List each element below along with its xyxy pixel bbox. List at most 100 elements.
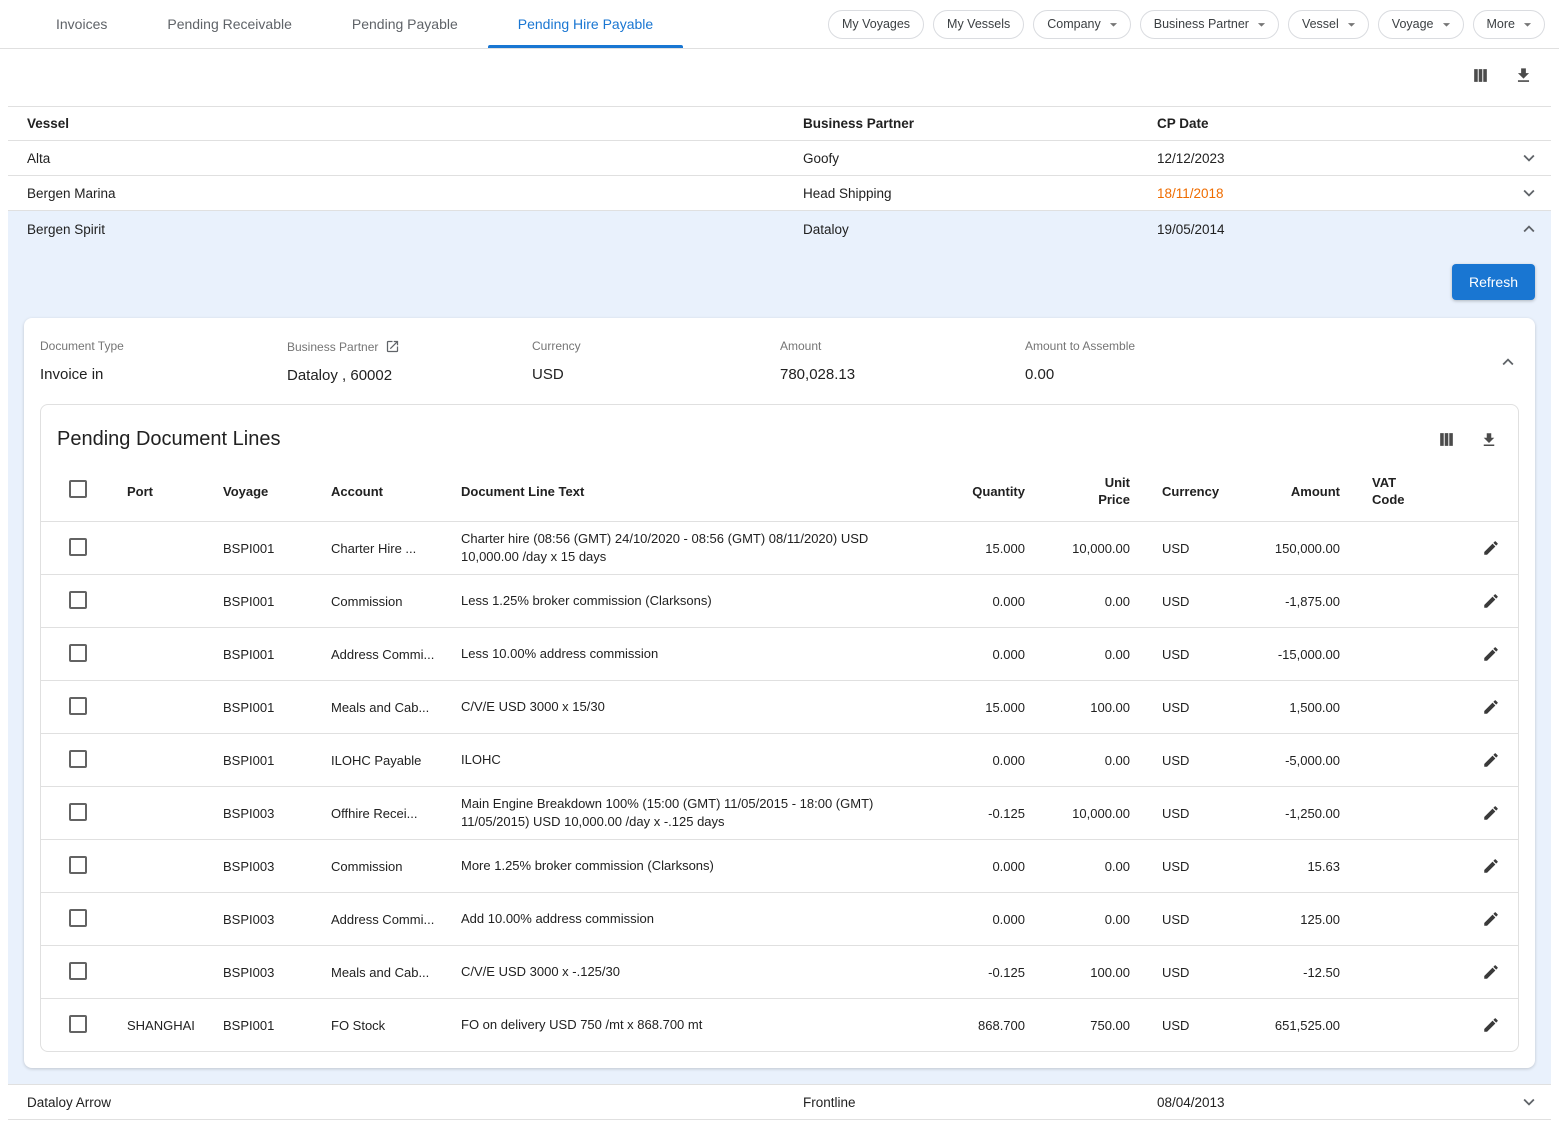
vessel-name: Bergen Spirit [27,222,803,237]
row-checkbox[interactable] [69,644,87,662]
currency-field: Currency USD [532,339,780,383]
download-button[interactable] [1478,429,1500,451]
filter-chip-label: My Voyages [842,17,910,31]
line-voyage: BSPI003 [223,859,315,874]
line-text: Add 10.00% address commission [461,902,919,936]
line-unit-price: 0.00 [1041,594,1130,609]
currency-value: USD [532,366,780,383]
cp-date: 08/04/2013 [1157,1095,1507,1110]
tab[interactable]: Pending Hire Payable [488,0,683,48]
document-type-value: Invoice in [40,366,287,383]
line-voyage: BSPI003 [223,912,315,927]
chevron-up-icon[interactable] [1497,351,1519,373]
edit-icon[interactable] [1482,910,1500,928]
edit-icon[interactable] [1482,857,1500,875]
line-currency: USD [1146,806,1226,821]
line-currency: USD [1146,541,1226,556]
refresh-button[interactable]: Refresh [1452,264,1535,300]
line-currency: USD [1146,965,1226,980]
row-checkbox[interactable] [69,909,87,927]
columns-icon [1471,66,1490,85]
open-in-new-icon[interactable] [385,339,400,354]
line-amount: -12.50 [1242,965,1340,980]
line-currency: USD [1146,594,1226,609]
amount-column-header: Amount [1242,483,1340,500]
line-amount: -5,000.00 [1242,753,1340,768]
line-unit-price: 0.00 [1041,753,1130,768]
line-account: Commission [331,859,445,874]
edit-icon[interactable] [1482,1016,1500,1034]
download-button[interactable] [1512,64,1535,87]
edit-icon[interactable] [1482,645,1500,663]
tab-label: Pending Receivable [167,16,292,32]
row-checkbox[interactable] [69,591,87,609]
columns-button[interactable] [1435,428,1458,451]
line-account: Address Commi... [331,647,445,662]
business-partner-name: Goofy [803,151,1157,166]
line-quantity: 0.000 [935,912,1025,927]
chevron-up-icon[interactable] [1518,218,1540,240]
document-summary: Document Type Invoice in Business Partne… [24,318,1535,404]
line-voyage: BSPI001 [223,753,315,768]
business-partner-label: Business Partner [287,340,378,354]
vessel-row[interactable]: Alta Goofy 12/12/2023 [8,141,1551,176]
tab[interactable]: Pending Receivable [137,0,322,48]
document-type-label: Document Type [40,339,287,353]
document-line-row: BSPI001 Commission Less 1.25% broker com… [41,574,1518,627]
row-checkbox[interactable] [69,750,87,768]
select-all-checkbox[interactable] [69,480,87,498]
filter-chip[interactable]: My Vessels [933,10,1024,39]
tab-label: Pending Hire Payable [518,16,653,32]
edit-icon[interactable] [1482,804,1500,822]
chevron-down-icon [1253,16,1270,33]
vat-code-column-header: VAT Code [1356,474,1426,508]
chevron-down-icon[interactable] [1518,147,1540,169]
row-checkbox[interactable] [69,1015,87,1033]
row-checkbox[interactable] [69,803,87,821]
amount-label: Amount [780,339,1025,353]
line-port: SHANGHAI [127,1018,207,1033]
line-quantity: -0.125 [935,806,1025,821]
edit-icon[interactable] [1482,698,1500,716]
row-checkbox[interactable] [69,538,87,556]
chevron-down-icon [1105,16,1122,33]
line-text: More 1.25% broker commission (Clarksons) [461,849,919,883]
amount-value: 780,028.13 [780,366,1025,383]
line-text: FO on delivery USD 750 /mt x 868.700 mt [461,1008,919,1042]
line-unit-price: 10,000.00 [1041,541,1130,556]
filter-chip[interactable]: More [1473,10,1545,39]
line-currency: USD [1146,912,1226,927]
line-quantity: 0.000 [935,594,1025,609]
row-checkbox[interactable] [69,856,87,874]
edit-icon[interactable] [1482,751,1500,769]
filter-chip[interactable]: Vessel [1288,10,1369,39]
edit-icon[interactable] [1482,592,1500,610]
row-checkbox[interactable] [69,697,87,715]
filter-chip[interactable]: Voyage [1378,10,1464,39]
line-quantity: 868.700 [935,1018,1025,1033]
tab[interactable]: Invoices [26,0,137,48]
business-partner-name: Frontline [803,1095,1157,1110]
line-account: Meals and Cab... [331,700,445,715]
vessel-row[interactable]: Bergen Marina Head Shipping 18/11/2018 [8,176,1551,211]
filter-chip[interactable]: My Voyages [828,10,924,39]
filter-chip-label: My Vessels [947,17,1010,31]
row-checkbox[interactable] [69,962,87,980]
vessel-row[interactable]: Dataloy Arrow Frontline 08/04/2013 [8,1085,1551,1120]
amount-to-assemble-field: Amount to Assemble 0.00 [1025,339,1491,383]
filter-chip[interactable]: Business Partner [1140,10,1279,39]
filter-chip-label: Voyage [1392,17,1434,31]
line-text: C/V/E USD 3000 x -.125/30 [461,955,919,989]
edit-icon[interactable] [1482,963,1500,981]
edit-icon[interactable] [1482,539,1500,557]
vessel-row[interactable]: Bergen Spirit Dataloy 19/05/2014 [8,211,1551,247]
chevron-down-icon[interactable] [1518,1091,1540,1113]
line-unit-price: 10,000.00 [1041,806,1130,821]
tab[interactable]: Pending Payable [322,0,488,48]
chevron-down-icon[interactable] [1518,182,1540,204]
columns-button[interactable] [1469,64,1492,87]
tab-bar: Invoices Pending Receivable Pending Paya… [26,0,683,48]
line-account: Offhire Recei... [331,806,445,821]
pending-hire-payable-table: Vessel Business Partner CP Date Alta Goo… [8,106,1551,1120]
filter-chip[interactable]: Company [1033,10,1131,39]
